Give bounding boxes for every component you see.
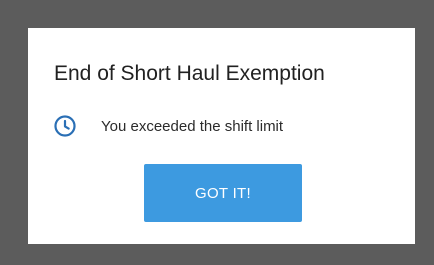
exemption-dialog: End of Short Haul Exemption You exceeded… (28, 28, 415, 244)
clock-icon (54, 115, 76, 137)
message-row: You exceeded the shift limit (53, 113, 283, 139)
got-it-button[interactable]: GOT IT! (144, 164, 302, 222)
message-text: You exceeded the shift limit (101, 117, 284, 135)
dialog-title: End of Short Haul Exemption (54, 62, 325, 85)
